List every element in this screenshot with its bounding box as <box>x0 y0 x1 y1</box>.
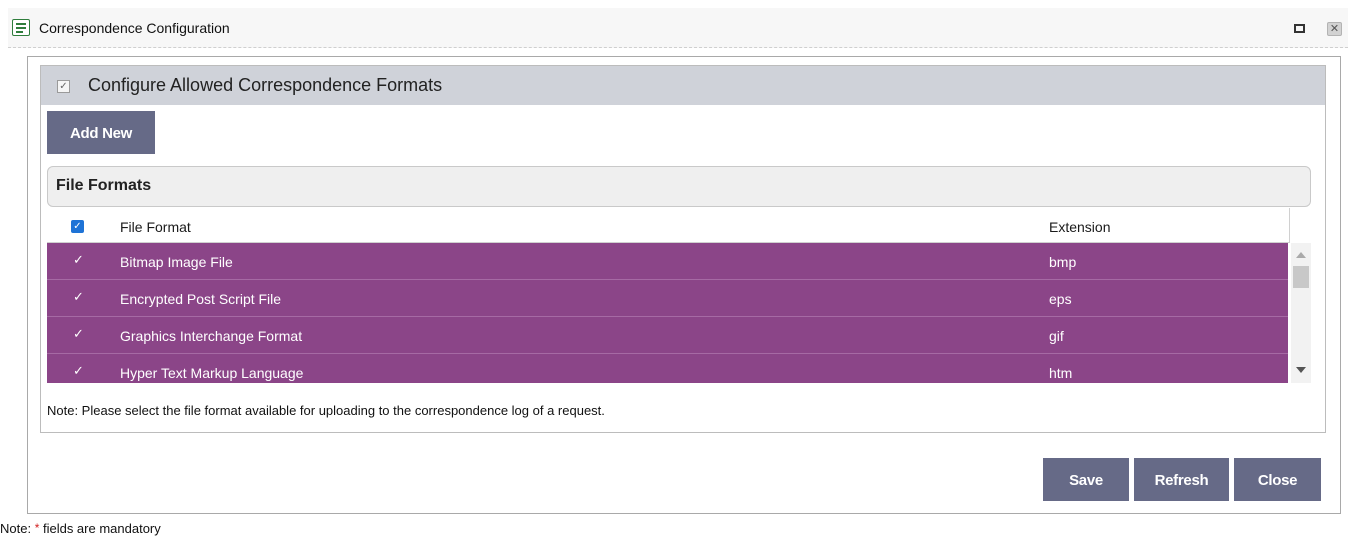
extension-cell: htm <box>1049 365 1073 381</box>
title-bar: Correspondence Configuration ✕ <box>8 8 1348 48</box>
refresh-button[interactable]: Refresh <box>1134 458 1229 501</box>
file-format-cell: Hyper Text Markup Language <box>120 365 304 381</box>
formats-note: Note: Please select the file format avai… <box>47 403 605 418</box>
grid-scrollbar[interactable] <box>1291 243 1311 383</box>
row-checkbox[interactable]: ✓ <box>73 364 85 377</box>
mandatory-note: Note: * fields are mandatory <box>0 521 161 536</box>
file-format-cell: Graphics Interchange Format <box>120 328 303 344</box>
window-title: Correspondence Configuration <box>39 20 230 36</box>
scroll-thumb[interactable] <box>1293 266 1309 288</box>
add-new-button[interactable]: Add New <box>47 111 155 154</box>
row-checkbox[interactable]: ✓ <box>73 327 85 340</box>
grid-title: File Formats <box>56 177 152 194</box>
file-format-cell: Encrypted Post Script File <box>120 291 282 307</box>
save-button[interactable]: Save <box>1043 458 1129 501</box>
extension-cell: eps <box>1049 291 1072 307</box>
section-title: Configure Allowed Correspondence Formats <box>88 75 443 95</box>
mandatory-note-prefix: Note: <box>0 521 35 536</box>
close-button[interactable]: Close <box>1234 458 1321 501</box>
table-row[interactable]: ✓ Hyper Text Markup Language htm <box>47 354 1288 383</box>
extension-cell: bmp <box>1049 254 1077 270</box>
column-header-file-format[interactable]: File Format <box>120 219 191 235</box>
table-row[interactable]: ✓ Graphics Interchange Format gif <box>47 317 1288 354</box>
scroll-up-icon[interactable] <box>1296 252 1306 258</box>
section-checkbox-icon[interactable]: ✓ <box>57 80 70 93</box>
file-formats-grid: File Formats ✓ File Format Extension ✓ B… <box>47 166 1313 384</box>
scroll-gutter-header <box>1289 208 1313 243</box>
grid-rows: ✓ Bitmap Image File bmp ✓ Encrypted Post… <box>47 243 1288 383</box>
table-row[interactable]: ✓ Bitmap Image File bmp <box>47 243 1288 280</box>
row-checkbox[interactable]: ✓ <box>73 253 85 266</box>
maximize-icon[interactable] <box>1294 24 1305 33</box>
column-header-extension[interactable]: Extension <box>1049 219 1110 235</box>
form-icon <box>12 19 30 36</box>
correspondence-configuration-window: Correspondence Configuration ✕ ✓ Configu… <box>0 0 1349 542</box>
scroll-down-icon[interactable] <box>1296 367 1306 373</box>
mandatory-note-suffix: fields are mandatory <box>39 521 161 536</box>
select-all-checkbox[interactable]: ✓ <box>71 220 84 233</box>
grid-column-header: ✓ File Format Extension <box>47 208 1289 243</box>
file-format-cell: Bitmap Image File <box>120 254 233 270</box>
close-icon[interactable]: ✕ <box>1327 22 1342 36</box>
table-row[interactable]: ✓ Encrypted Post Script File eps <box>47 280 1288 317</box>
extension-cell: gif <box>1049 328 1064 344</box>
section-header[interactable]: ✓ Configure Allowed Correspondence Forma… <box>41 66 1325 105</box>
grid-title-bar: File Formats <box>47 166 1311 207</box>
row-checkbox[interactable]: ✓ <box>73 290 85 303</box>
